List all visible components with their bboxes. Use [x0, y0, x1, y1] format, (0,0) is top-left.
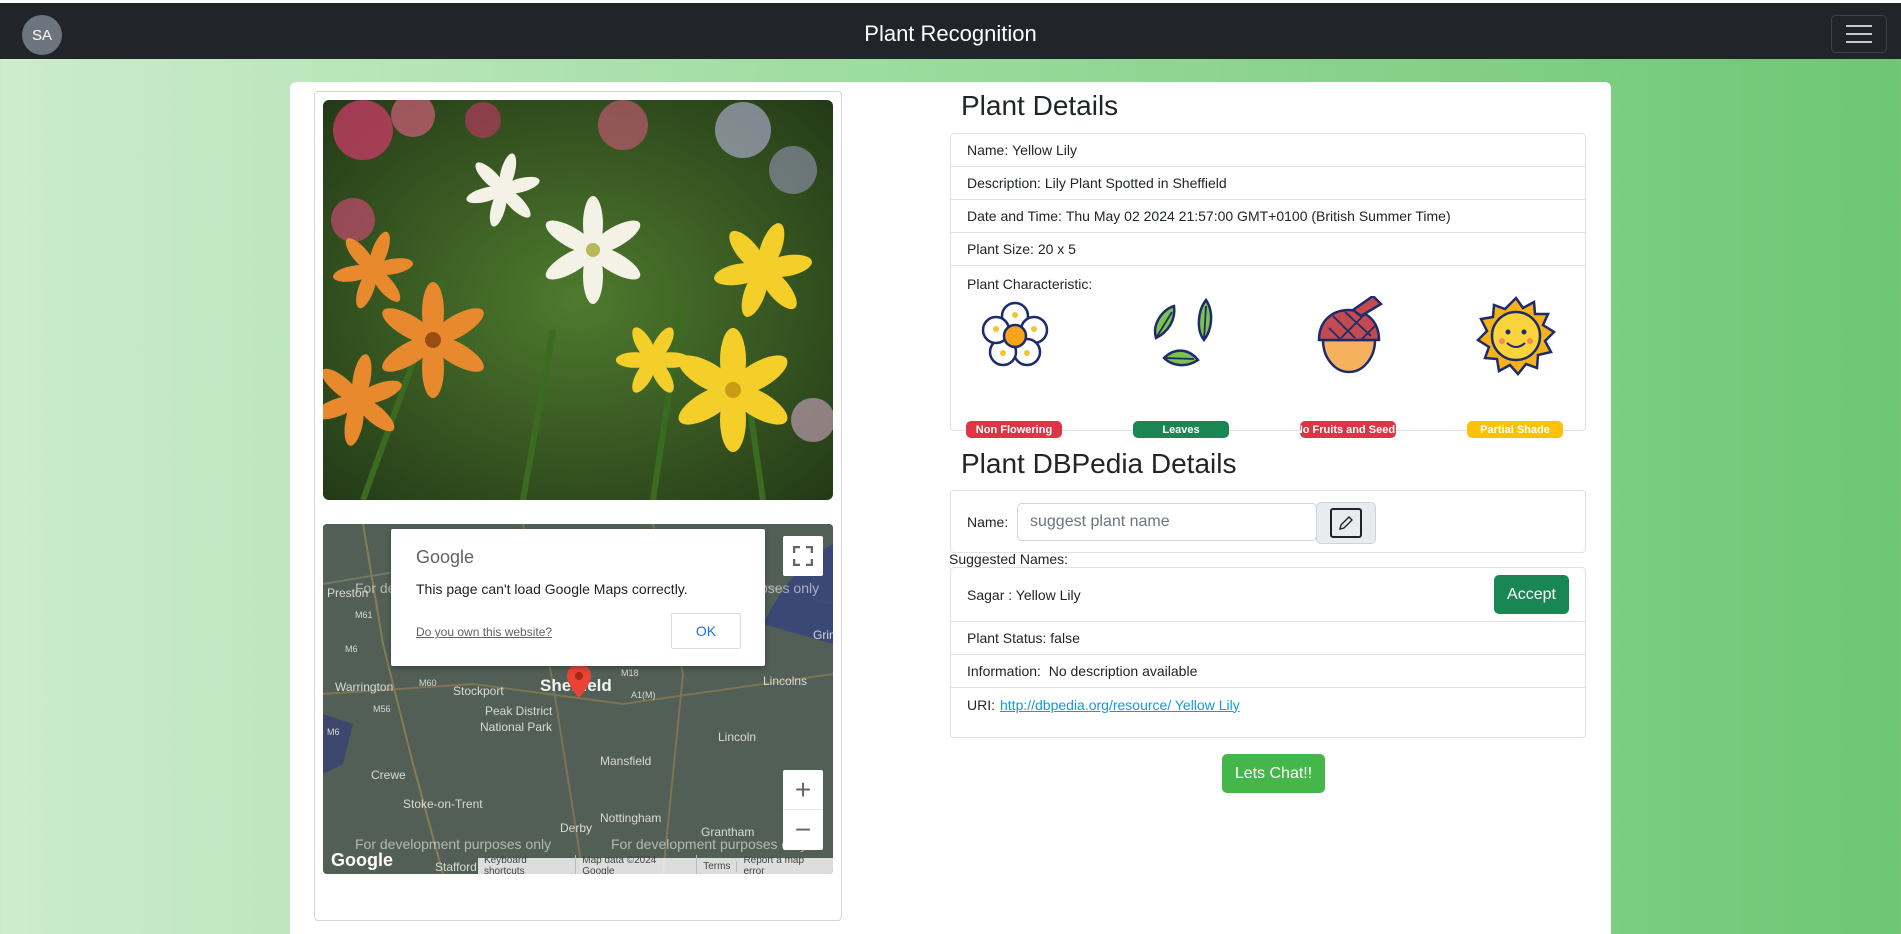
- characteristic-light: Partial Shade: [1467, 296, 1565, 438]
- map-zoom-control: + −: [783, 770, 823, 850]
- google-logo: Google: [416, 547, 475, 567]
- map-place-warrington: Warrington: [335, 680, 394, 694]
- acorn-icon: [1317, 294, 1384, 374]
- status-label: Plant Status:: [967, 630, 1047, 646]
- report-map-error-link[interactable]: Report a map error: [737, 855, 833, 874]
- google-watermark-logo: Google: [331, 850, 393, 870]
- map-road-m18: M18: [621, 668, 639, 678]
- map-road-m6-south: M6: [327, 727, 340, 737]
- plant-description: Lily Plant Spotted in Sheffield: [1044, 175, 1227, 191]
- map-road-m61: M61: [355, 610, 373, 620]
- characteristics-label: Plant Characteristic:: [967, 276, 1093, 292]
- dev-watermark: For development purposes only: [611, 836, 808, 852]
- suggest-name-form: Name:: [950, 490, 1586, 553]
- map-place-derby: Derby: [560, 821, 593, 835]
- suggestion-row: Sagar : Yellow Lily Accept: [951, 568, 1585, 622]
- top-navbar: SA Plant Recognition: [0, 0, 1901, 59]
- map-error-message: This page can't load Google Maps correct…: [416, 581, 688, 597]
- edit-name-button[interactable]: [1316, 502, 1376, 544]
- dbpedia-details-title: Plant DBPedia Details: [961, 448, 1237, 479]
- suggest-name-input[interactable]: [1017, 503, 1317, 541]
- leaves-icon: [1153, 297, 1213, 367]
- flower-icon: [981, 301, 1049, 367]
- plant-datetime: Thu May 02 2024 21:57:00 GMT+0100 (Briti…: [1065, 208, 1451, 224]
- sun-icon: [1476, 296, 1556, 376]
- suggested-names-label: Suggested Names:: [949, 551, 1069, 567]
- plant-status: false: [1050, 630, 1080, 646]
- plant-photo: [323, 100, 833, 500]
- map-data-label: Map data ©2024 Google: [576, 855, 698, 874]
- zoom-in-icon[interactable]: +: [783, 770, 823, 810]
- keyboard-shortcuts-link[interactable]: Keyboard shortcuts: [478, 855, 577, 874]
- uri-row: URI: http://dbpedia.org/resource/ Yellow …: [951, 688, 1585, 721]
- map-ok-button[interactable]: OK: [671, 613, 741, 649]
- map-place-stafford: Stafford: [435, 860, 477, 874]
- partial-shade-badge: Partial Shade: [1467, 421, 1563, 438]
- accept-button[interactable]: Accept: [1494, 575, 1569, 614]
- terms-link[interactable]: Terms: [697, 860, 738, 872]
- characteristic-leaves: Leaves: [1133, 296, 1231, 438]
- suggest-name-label: Name:: [967, 514, 1009, 530]
- pencil-icon: [1330, 508, 1362, 538]
- map-road-m56: M56: [373, 704, 391, 714]
- plant-details-list: Name: Yellow Lily Description: Lily Plan…: [950, 133, 1586, 438]
- own-website-link[interactable]: Do you own this website?: [416, 625, 552, 639]
- status-row: Plant Status: false: [951, 622, 1585, 655]
- fullscreen-icon[interactable]: [783, 536, 823, 576]
- map-place-lincoln: Lincoln: [718, 730, 757, 744]
- suggestion-text: Sagar : Yellow Lily: [967, 586, 1081, 603]
- app-title: Plant Recognition: [864, 21, 1037, 46]
- map-marker-icon[interactable]: [567, 664, 591, 698]
- size-label: Plant Size:: [967, 241, 1034, 257]
- map-place-grimsby: Grim: [813, 628, 833, 642]
- name-row: Name: Yellow Lily: [951, 134, 1585, 167]
- map-place-peak-district: Peak District: [485, 704, 553, 718]
- map-place-national-park: National Park: [480, 720, 553, 734]
- no-fruits-badge: No Fruits and Seeds: [1300, 421, 1396, 438]
- size-row: Plant Size: 20 x 5: [951, 233, 1585, 266]
- characteristic-flowering: Non Flowering: [966, 296, 1064, 438]
- dbpedia-uri-link[interactable]: http://dbpedia.org/resource/ Yellow Lily: [1000, 697, 1240, 713]
- information-label: Information:: [967, 663, 1041, 679]
- map-error-dialog: Google This page can't load Google Maps …: [391, 529, 765, 666]
- map-footer: Keyboard shortcuts Map data ©2024 Google…: [478, 855, 833, 874]
- map-road-m60: M60: [419, 678, 437, 688]
- characteristic-fruits: No Fruits and Seeds: [1300, 294, 1398, 438]
- plant-size: 20 x 5: [1037, 241, 1076, 257]
- map-place-mansfield: Mansfield: [600, 754, 652, 768]
- lets-chat-button[interactable]: Lets Chat!!: [1222, 754, 1325, 793]
- map-place-stockport: Stockport: [453, 684, 504, 698]
- plant-name: Yellow Lily: [1012, 142, 1077, 158]
- description-label: Description:: [967, 175, 1041, 191]
- dbpedia-info-list: Sagar : Yellow Lily Accept Plant Status:…: [950, 567, 1586, 738]
- datetime-row: Date and Time: Thu May 02 2024 21:57:00 …: [951, 200, 1585, 233]
- name-label: Name:: [967, 142, 1009, 158]
- zoom-out-icon[interactable]: −: [783, 810, 823, 850]
- map-place-lincolnshire: Lincolns: [763, 674, 808, 688]
- plant-information: No description available: [1048, 663, 1198, 679]
- datetime-label: Date and Time:: [967, 208, 1062, 224]
- hamburger-menu-icon[interactable]: [1831, 15, 1887, 53]
- plant-details-title: Plant Details: [961, 90, 1119, 121]
- non-flowering-badge: Non Flowering: [966, 421, 1062, 438]
- map-place-nottingham: Nottingham: [600, 811, 662, 825]
- characteristics-row: Plant Characteristic: Non Flowering Leav…: [951, 266, 1585, 438]
- leaves-badge: Leaves: [1133, 421, 1229, 438]
- map-place-stoke: Stoke-on-Trent: [403, 797, 483, 811]
- map-road-a1m: A1(M): [631, 690, 656, 700]
- map-road-m6: M6: [345, 644, 358, 654]
- location-map[interactable]: Preston M61 M6 Warrington M60 Stockport …: [323, 524, 833, 874]
- uri-label: URI:: [967, 696, 995, 713]
- information-row: Information: No description available: [951, 655, 1585, 688]
- description-row: Description: Lily Plant Spotted in Sheff…: [951, 167, 1585, 200]
- map-place-crewe: Crewe: [371, 768, 406, 782]
